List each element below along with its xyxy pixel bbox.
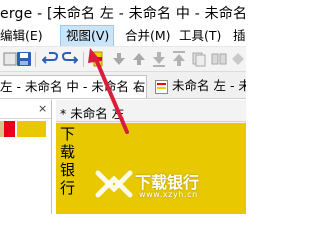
watermark-logo-icon bbox=[95, 167, 133, 201]
close-icon[interactable]: × bbox=[38, 102, 47, 115]
location-panel: × bbox=[0, 100, 52, 214]
editor-header: * 未命名 左 bbox=[56, 100, 246, 122]
tab-active-document[interactable]: 左 - 未命名 中 - 未命名 右 × bbox=[0, 75, 147, 98]
prev-diff-icon[interactable] bbox=[131, 51, 147, 67]
merge-icon[interactable] bbox=[211, 51, 227, 67]
menu-view[interactable]: 视图(V) bbox=[60, 25, 115, 46]
undo-icon[interactable] bbox=[42, 51, 58, 67]
copy-icon[interactable] bbox=[191, 51, 207, 67]
menu-plugins[interactable]: 插 bbox=[233, 25, 246, 46]
toolbar-separator bbox=[35, 52, 36, 67]
watermark: 下载银行 www.xzyh.cn bbox=[95, 165, 246, 205]
text-line: 下 bbox=[60, 125, 76, 143]
editor-lines: 下 载 银 行 bbox=[60, 125, 80, 197]
text-line: 载 bbox=[60, 143, 76, 161]
editor-file-label: * 未命名 左 bbox=[60, 106, 125, 121]
diff-location-bar[interactable] bbox=[0, 121, 46, 137]
document-compare-icon bbox=[155, 79, 168, 94]
watermark-url: www.xzyh.cn bbox=[139, 190, 198, 199]
menu-tools[interactable]: 工具(T) bbox=[179, 25, 221, 46]
diff-marker-yellow bbox=[17, 121, 46, 137]
menu-edit[interactable]: 编辑(E) bbox=[0, 25, 43, 46]
diff-marker-red bbox=[4, 121, 15, 137]
text-line: 银 bbox=[60, 161, 76, 179]
location-panel-header: × bbox=[0, 100, 51, 120]
text-line: 行 bbox=[60, 179, 76, 197]
push-down-icon[interactable] bbox=[151, 51, 167, 67]
next-diff-icon[interactable] bbox=[111, 51, 127, 67]
menu-bar: 编辑(E) 视图(V) 合并(M) 工具(T) 插 bbox=[0, 25, 246, 47]
tab-label: 左 - 未命名 中 - 未命名 右 bbox=[0, 79, 146, 94]
push-up-icon[interactable] bbox=[171, 51, 187, 67]
divider bbox=[0, 118, 51, 119]
title-bar: erge - [未命名 左 - 未命名 中 - 未命名 右] bbox=[0, 0, 246, 25]
close-icon[interactable]: × bbox=[134, 77, 143, 98]
window-title: erge - [未命名 左 - 未命名 中 - 未命名 右] bbox=[0, 6, 246, 22]
toolbar-separator bbox=[83, 52, 84, 67]
save-icon[interactable] bbox=[16, 51, 32, 67]
menu-merge[interactable]: 合并(M) bbox=[125, 25, 171, 46]
tab-label: 未命名 左 - 未命 bbox=[172, 78, 246, 93]
document-tab-strip: 左 - 未命名 中 - 未命名 右 × 未命名 左 - 未命 bbox=[0, 72, 246, 99]
toolbar bbox=[0, 47, 246, 72]
merge-all-icon[interactable] bbox=[230, 51, 246, 67]
tab-document-2[interactable]: 未命名 左 - 未命 bbox=[155, 75, 246, 98]
compare-icon[interactable] bbox=[91, 51, 107, 67]
redo-icon[interactable] bbox=[62, 51, 78, 67]
